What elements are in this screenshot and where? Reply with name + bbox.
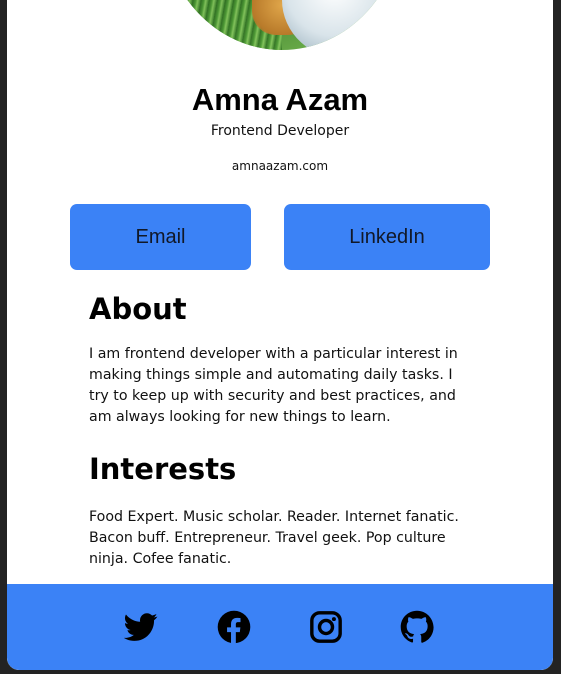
about-text: I am frontend developer with a particula… — [89, 346, 458, 425]
interests-section: Interests Food Expert. Music scholar. Re… — [89, 455, 469, 570]
twitter-icon[interactable] — [124, 610, 158, 644]
about-section: About I am frontend developer with a par… — [89, 295, 469, 428]
profile-website[interactable]: amnaazam.com — [7, 159, 553, 173]
email-button[interactable]: Email — [70, 204, 251, 270]
facebook-icon[interactable] — [217, 610, 251, 644]
social-footer — [7, 584, 553, 670]
linkedin-button[interactable]: LinkedIn — [284, 204, 490, 270]
about-heading: About — [89, 292, 187, 326]
profile-card: Amna Azam Frontend Developer amnaazam.co… — [7, 0, 553, 670]
profile-name: Amna Azam — [191, 82, 369, 117]
github-icon[interactable] — [400, 610, 434, 644]
profile-role: Frontend Developer — [210, 123, 350, 139]
interests-heading: Interests — [89, 452, 237, 486]
interests-text: Food Expert. Music scholar. Reader. Inte… — [89, 509, 459, 567]
photo-fur-white — [282, 0, 402, 50]
instagram-icon[interactable] — [309, 610, 343, 644]
profile-photo — [162, 0, 402, 50]
